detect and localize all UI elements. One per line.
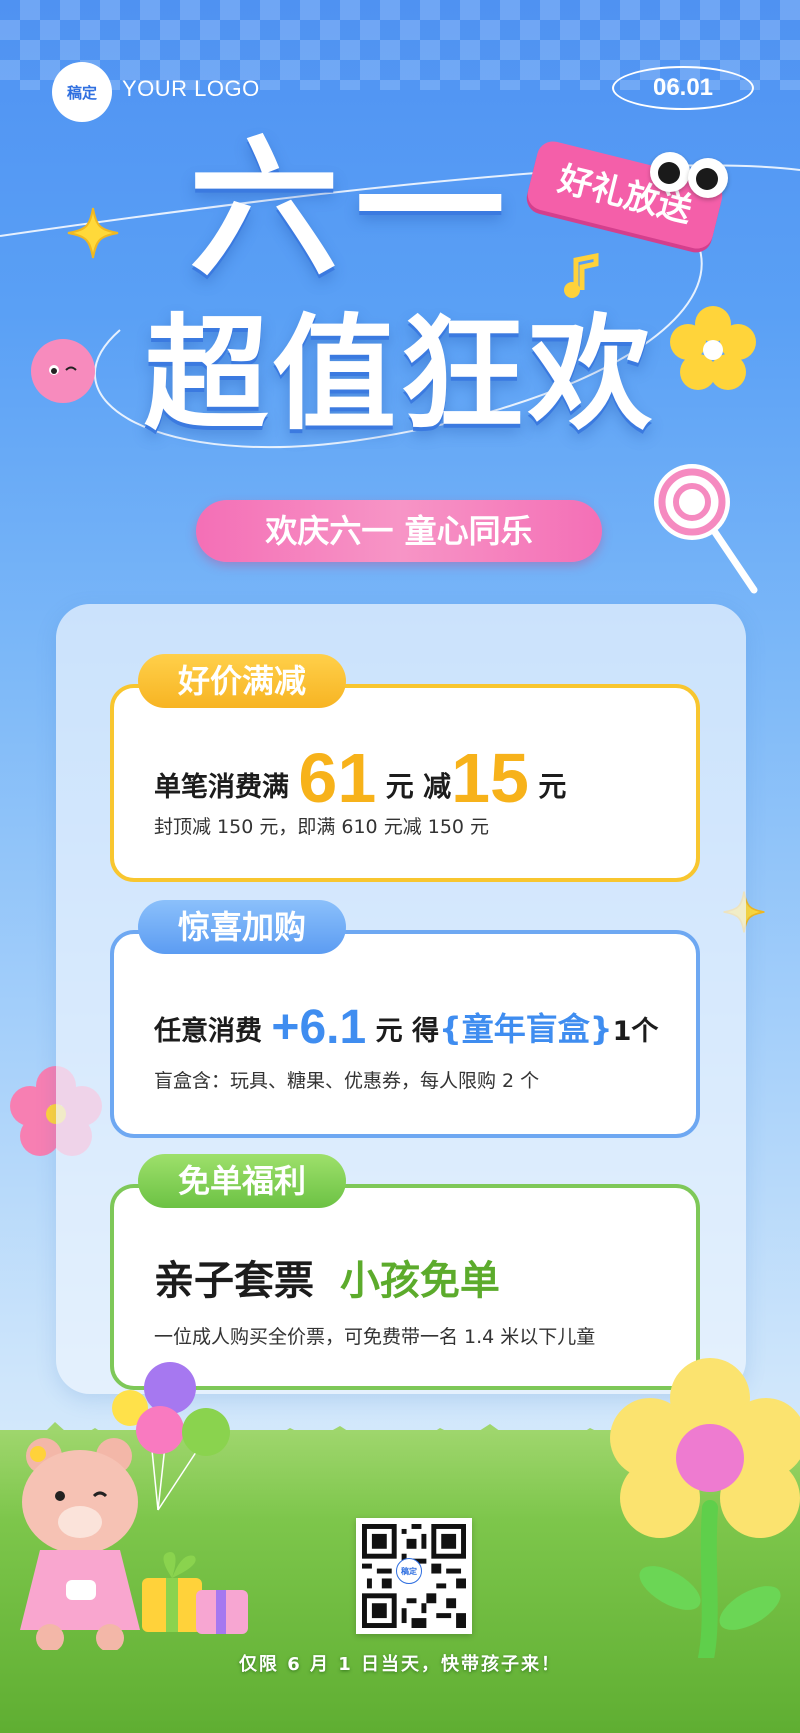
discount-amount1: 61 <box>298 739 377 817</box>
footer-text: 仅限 6 月 1 日当天，快带孩子来！ <box>238 1654 562 1675</box>
addon-amount: +6.1 <box>271 1001 367 1054</box>
discount-card: 好价满减 单笔消费满 61 元 减15 元 封顶减 150 元，即满 610 元… <box>110 654 700 882</box>
free-badge: 免单福利 <box>138 1154 346 1208</box>
logo-text: YOUR LOGO <box>122 76 260 101</box>
subtitle-pill: 欢庆六一 童心同乐 <box>196 500 602 562</box>
addon-mid: 得 <box>411 1016 439 1047</box>
addon-item: {童年盲盒} <box>438 1010 613 1048</box>
date-label: 06.01 <box>612 66 754 110</box>
qr-logo: 稿定 <box>396 1558 422 1584</box>
fuzzy-flower-icon <box>610 1358 800 1658</box>
discount-note: 封顶减 150 元，即满 610 元减 150 元 <box>154 816 490 838</box>
discount-amount2: 15 <box>451 739 529 817</box>
free-note: 一位成人购买全价票，可免费带一名 1.4 米以下儿童 <box>154 1326 596 1348</box>
pink-pompom-icon <box>31 339 95 403</box>
discount-badge: 好价满减 <box>138 654 346 708</box>
googly-eyes-icon <box>650 152 730 202</box>
addon-badge: 惊喜加购 <box>138 900 346 954</box>
qr-code[interactable]: 稿定 <box>356 1518 472 1634</box>
hero-title-line1: 六一 <box>188 123 521 297</box>
lollipop-icon <box>654 464 758 594</box>
addon-unit: 元 <box>375 1016 403 1047</box>
discount-unit1: 元 <box>385 770 414 803</box>
hero-title-line2: 超值狂欢 <box>143 303 656 447</box>
discount-prefix: 单笔消费满 <box>154 772 289 803</box>
discount-main-line: 单笔消费满 61 元 减15 元 <box>154 738 566 818</box>
star-icon <box>67 207 119 259</box>
free-main-black: 亲子套票 <box>154 1258 314 1304</box>
free-main-line: 亲子套票 小孩免单 <box>154 1248 500 1306</box>
addon-card: 惊喜加购 任意消费 +6.1 元 得{童年盲盒}1个 盲盒含：玩具、糖果、优惠券… <box>110 900 700 1138</box>
addon-main-line: 任意消费 +6.1 元 得{童年盲盒}1个 <box>154 1000 658 1055</box>
addon-note: 盲盒含：玩具、糖果、优惠券，每人限购 2 个 <box>154 1070 540 1092</box>
addon-qty: 1个 <box>612 1016 659 1047</box>
discount-mid: 减 <box>423 770 452 803</box>
free-main-green: 小孩免单 <box>339 1258 500 1304</box>
poster: 稿定 YOUR LOGO 06.01 六一 超值狂欢 好礼放送 欢庆六一 童心同… <box>0 0 800 1733</box>
discount-unit2: 元 <box>538 770 567 803</box>
addon-prefix: 任意消费 <box>154 1016 262 1047</box>
gift-box-icon <box>142 1552 248 1634</box>
logo-mark: 稿定 <box>52 62 112 122</box>
